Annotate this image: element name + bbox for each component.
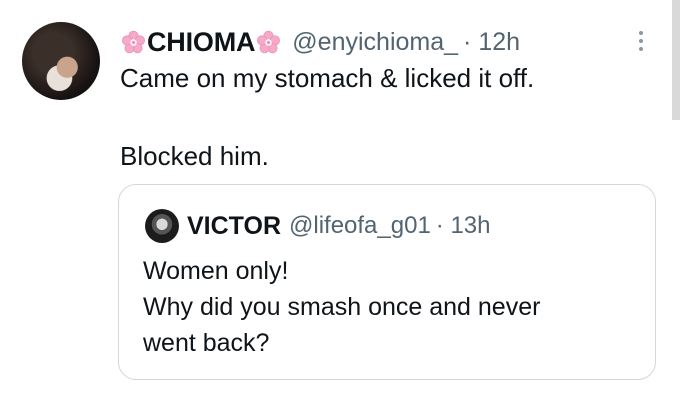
tweet-text-line: Came on my stomach & licked it off. [120, 63, 535, 93]
tweet-text-line: Blocked him. [120, 141, 269, 171]
handle[interactable]: @enyichioma_ [292, 28, 458, 57]
cherry-blossom-icon [256, 30, 281, 55]
quoted-avatar [145, 209, 179, 243]
quoted-display-name: VICTOR [187, 211, 281, 240]
more-vertical-icon[interactable] [633, 28, 649, 56]
quoted-text-line: went back? [143, 329, 270, 357]
tweet-header: CHIOMA @enyichioma_ · 12h [120, 26, 520, 58]
quoted-tweet-header: VICTOR @lifeofa_g01 · 13h [145, 209, 491, 243]
timestamp[interactable]: · 12h [463, 28, 520, 57]
quoted-text-line: Why did you smash once and never [143, 293, 541, 321]
scrollbar[interactable] [672, 0, 680, 120]
quoted-text-line: Women only! [143, 257, 289, 285]
display-name[interactable]: CHIOMA [147, 27, 255, 58]
quoted-tweet[interactable]: VICTOR @lifeofa_g01 · 13h Women only! Wh… [118, 184, 656, 380]
quoted-timestamp: · 13h [435, 212, 491, 239]
cherry-blossom-icon [121, 30, 146, 55]
tweet[interactable]: CHIOMA @enyichioma_ · 12h Came on my sto… [0, 0, 680, 397]
quoted-handle: @lifeofa_g01 [289, 212, 431, 239]
avatar[interactable] [22, 22, 100, 100]
